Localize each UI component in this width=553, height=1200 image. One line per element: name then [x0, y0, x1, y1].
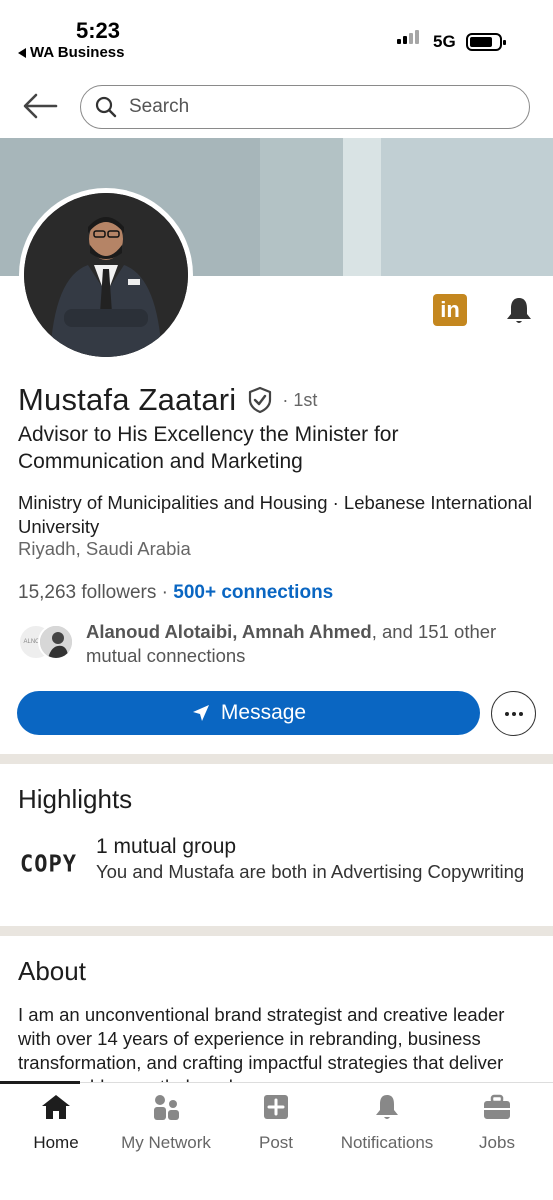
- mutual-connections-text: Alanoud Alotaibi, Amnah Ahmed, and 151 o…: [86, 620, 536, 668]
- search-input[interactable]: [129, 96, 509, 118]
- mutual-avatars: ALNOUD: [18, 624, 74, 660]
- search-bar[interactable]: [80, 85, 530, 129]
- status-bar: 5:23 WA Business 5G: [0, 0, 553, 70]
- briefcase-icon: [484, 1094, 510, 1119]
- about-title: About: [18, 956, 86, 986]
- nav-my-network[interactable]: My Network: [116, 1093, 216, 1153]
- back-to-app-link[interactable]: WA Business: [18, 44, 124, 61]
- message-button-label: Message: [220, 701, 307, 724]
- back-app-label: WA Business: [30, 44, 125, 61]
- profile-avatar[interactable]: [19, 188, 193, 362]
- home-icon: [42, 1095, 70, 1119]
- mutual-connections[interactable]: ALNOUD Alanoud Alotaibi, Amnah Ahmed, an…: [18, 620, 538, 668]
- search-icon: [95, 96, 117, 118]
- status-time: 5:23: [76, 18, 121, 43]
- nav-home[interactable]: Home: [28, 1093, 84, 1153]
- section-divider: [0, 926, 553, 936]
- nav-jobs[interactable]: Jobs: [476, 1093, 518, 1153]
- stats-separator: ·: [156, 582, 174, 603]
- send-icon: [192, 705, 209, 721]
- bell-icon: [376, 1095, 398, 1119]
- nav-notifications[interactable]: Notifications: [336, 1093, 438, 1153]
- network-type: 5G: [433, 32, 456, 51]
- followers-count: 15,263 followers: [18, 582, 157, 603]
- highlights-title: Highlights: [18, 784, 133, 814]
- nav-my-network-label: My Network: [121, 1133, 211, 1152]
- connection-degree: · 1st: [282, 389, 318, 410]
- linkedin-premium-icon: in: [433, 294, 467, 326]
- signal-icon: [397, 30, 419, 44]
- profile-stats: 15,263 followers · 500+ connections: [18, 582, 333, 604]
- connections-link[interactable]: 500+ connections: [173, 582, 333, 603]
- battery-icon: [466, 33, 506, 51]
- profile-photo: [24, 193, 188, 357]
- more-actions-button[interactable]: [491, 691, 536, 736]
- follow-bell-icon[interactable]: [503, 294, 535, 326]
- message-button[interactable]: Message: [17, 691, 480, 735]
- mutual-names: Alanoud Alotaibi, Amnah Ahmed: [86, 621, 372, 642]
- profile-workplace: Ministry of Municipalities and Housing ·…: [18, 492, 533, 537]
- top-nav: [0, 78, 553, 138]
- verified-shield-icon[interactable]: [246, 386, 274, 414]
- nav-jobs-label: Jobs: [479, 1133, 515, 1152]
- mutual-avatar-2: [38, 624, 74, 660]
- bottom-nav: Home My Network Post Notifications Jobs: [0, 1081, 553, 1200]
- back-triangle-icon: [18, 47, 26, 58]
- nav-post[interactable]: Post: [256, 1093, 296, 1153]
- group-logo[interactable]: COPY: [20, 851, 77, 877]
- nav-post-label: Post: [258, 1133, 294, 1152]
- network-icon: [154, 1095, 179, 1120]
- mutual-group-title[interactable]: 1 mutual group: [96, 835, 236, 859]
- profile-location: Riyadh, Saudi Arabia: [18, 538, 191, 559]
- post-icon: [264, 1095, 288, 1119]
- section-divider: [0, 754, 553, 764]
- nav-notifications-label: Notifications: [340, 1133, 434, 1152]
- about-text[interactable]: I am an unconventional brand strategist …: [18, 1003, 538, 1085]
- mutual-group-description: You and Mustafa are both in Advertising …: [96, 861, 525, 882]
- back-arrow-icon[interactable]: [20, 88, 60, 124]
- profile-headline: Advisor to His Excellency the Minister f…: [18, 423, 399, 473]
- profile-name: Mustafa Zaatari: [18, 382, 237, 417]
- name-row: Mustafa Zaatari · 1st: [18, 382, 317, 418]
- nav-home-label: Home: [33, 1133, 79, 1152]
- bottom-nav-indicator: [0, 1081, 80, 1084]
